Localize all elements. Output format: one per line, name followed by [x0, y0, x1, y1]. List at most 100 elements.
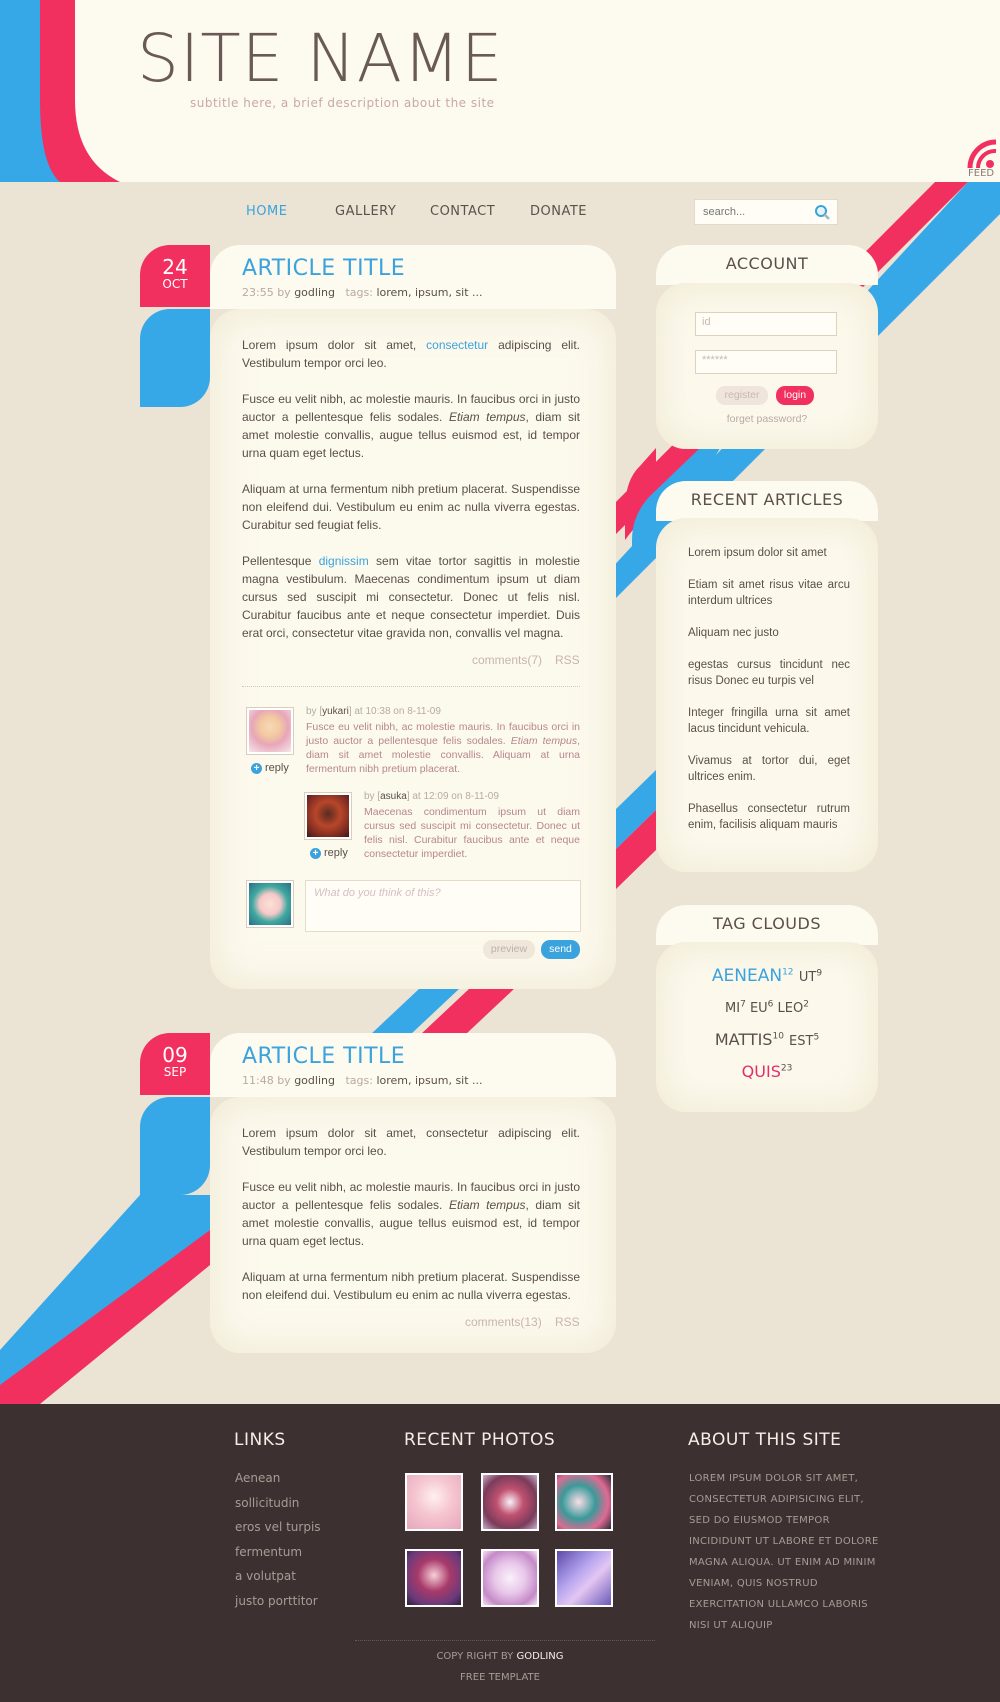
nav-donate[interactable]: DONATE [530, 204, 587, 219]
about-text: LOREM IPSUM DOLOR SIT AMET, CONSECTETUR … [689, 1473, 879, 1631]
article-paragraph: Pellentesque dignissim sem vitae tortor … [242, 554, 580, 640]
nav-home[interactable]: HOME [246, 204, 287, 219]
preview-button[interactable]: preview [483, 940, 535, 959]
tag-clouds-title: TAG CLOUDS [656, 905, 878, 945]
article-tags[interactable]: lorem, ipsum, sit ... [376, 286, 482, 299]
id-field[interactable]: id [695, 312, 837, 336]
recent-article-link[interactable]: Aliquam nec justo [688, 625, 850, 641]
tag-link[interactable]: QUIS23 [742, 1062, 793, 1081]
article-author[interactable]: godling [294, 1074, 335, 1087]
article-title[interactable]: ARTICLE TITLE [242, 1044, 405, 1069]
footer-link[interactable]: a volutpat [235, 1569, 296, 1583]
rss-link[interactable]: RSS [555, 653, 580, 667]
copyright-name[interactable]: GODLING [516, 1651, 563, 1662]
send-button[interactable]: send [541, 940, 580, 959]
nav-gallery[interactable]: GALLERY [335, 204, 396, 219]
rss-link[interactable]: RSS [555, 1315, 580, 1329]
register-button[interactable]: register [716, 386, 768, 405]
tag-link[interactable]: MI7 [725, 1000, 746, 1016]
site-title[interactable]: SITE NAME [137, 26, 504, 92]
comment-user[interactable]: asuka [380, 791, 407, 802]
footer-link[interactable]: Aenean [235, 1471, 280, 1485]
article-title[interactable]: ARTICLE TITLE [242, 256, 405, 281]
search-input[interactable] [695, 200, 813, 224]
free-template-label: FREE TEMPLATE [460, 1672, 540, 1683]
article-paragraph: Lorem ipsum dolor sit amet, consectetur … [242, 1126, 580, 1158]
search-icon[interactable] [813, 204, 831, 222]
article-tags[interactable]: lorem, ipsum, sit ... [376, 1074, 482, 1087]
footer-link[interactable]: justo porttitor [235, 1594, 318, 1608]
photo-thumbnail[interactable] [405, 1473, 463, 1531]
comment-textarea[interactable]: What do you think of this? [305, 880, 581, 932]
tag-link[interactable]: EST5 [789, 1033, 819, 1049]
photo-thumbnail[interactable] [555, 1549, 613, 1607]
tag-row: AENEAN12 UT9 [656, 966, 878, 986]
header-swoosh [0, 0, 120, 182]
article-paragraph: Aliquam at urna fermentum nibh pretium p… [242, 1270, 580, 1302]
search-box [694, 199, 838, 225]
footer-link[interactable]: fermentum [235, 1545, 302, 1559]
article-date: 09 SEP [140, 1033, 210, 1095]
comment-text: Fusce eu velit nibh, ac molestie mauris.… [306, 721, 580, 775]
tag-link[interactable]: LEO2 [778, 1000, 809, 1016]
recent-article-link[interactable]: Phasellus consectetur rutrum enim, facil… [688, 801, 850, 833]
copyright: COPY RIGHT BY GODLING [436, 1651, 564, 1662]
article-meta: 23:55 by godling tags: lorem, ipsum, sit… [242, 286, 483, 299]
photo-thumbnail[interactable] [405, 1549, 463, 1607]
feed-label[interactable]: FEED [968, 168, 994, 179]
site-subtitle: subtitle here, a brief description about… [190, 96, 495, 110]
footer-link[interactable]: eros vel turpis [235, 1520, 321, 1534]
article-time: 11:48 [242, 1074, 274, 1087]
comment-text: Maecenas condimentum ipsum ut diam cursu… [364, 806, 580, 860]
article-paragraph: Fusce eu velit nibh, ac molestie mauris.… [242, 392, 580, 460]
footer-link[interactable]: sollicitudin [235, 1496, 299, 1510]
login-button[interactable]: login [776, 386, 814, 405]
recent-article-link[interactable]: Etiam sit amet risus vitae arcu interdum… [688, 577, 850, 609]
avatar[interactable] [304, 792, 352, 840]
recent-article-link[interactable]: Lorem ipsum dolor sit amet [688, 545, 850, 561]
recent-article-link[interactable]: Vivamus at tortor dui, eget ultrices eni… [688, 753, 850, 785]
photo-thumbnail[interactable] [555, 1473, 613, 1531]
recent-article-link[interactable]: Integer fringilla urna sit amet lacus ti… [688, 705, 850, 737]
forgot-password-link[interactable]: forget password? [656, 413, 878, 425]
photo-thumbnail[interactable] [481, 1473, 539, 1531]
recent-photos-title: RECENT PHOTOS [404, 1430, 556, 1450]
tag-link[interactable]: MATTIS10 [715, 1030, 784, 1049]
tag-link[interactable]: EU6 [750, 1000, 773, 1016]
inline-link[interactable]: dignissim [319, 554, 369, 568]
tag-row: MI7 EU6 LEO2 [656, 1000, 878, 1016]
date-month: SEP [163, 1065, 187, 1079]
avatar[interactable] [246, 707, 294, 755]
nav-contact[interactable]: CONTACT [430, 204, 495, 219]
recent-articles-title: RECENT ARTICLES [656, 481, 878, 521]
article-date: 24 OCT [140, 245, 210, 307]
tag-link[interactable]: UT9 [799, 969, 822, 985]
article-tab-decoration [140, 1097, 210, 1195]
article-tab-decoration [140, 309, 210, 407]
photo-thumbnail[interactable] [481, 1549, 539, 1607]
recent-article-link[interactable]: egestas cursus tincidunt nec risus Donec… [688, 657, 850, 689]
comments-link[interactable]: comments(13) [465, 1315, 542, 1329]
reply-button[interactable]: + reply [251, 762, 289, 774]
comments-link[interactable]: comments(7) [472, 653, 542, 667]
footer-divider [355, 1640, 655, 1641]
password-field[interactable]: ****** [695, 350, 837, 374]
tag-row: QUIS23 [656, 1062, 878, 1081]
article-author[interactable]: godling [294, 286, 335, 299]
avatar [246, 880, 294, 928]
plus-icon: + [251, 763, 262, 774]
tag-link[interactable]: AENEAN12 [712, 966, 794, 986]
comment-user[interactable]: yukari [322, 706, 349, 717]
date-day: 24 [162, 255, 188, 279]
tag-row: MATTIS10 EST5 [656, 1030, 878, 1049]
date-day: 09 [162, 1043, 188, 1067]
reply-button[interactable]: + reply [310, 847, 348, 859]
article-paragraph: Aliquam at urna fermentum nibh pretium p… [242, 482, 580, 532]
comment-meta: by [yukari] at 10:38 on 8-11-09 [306, 706, 441, 717]
comment-meta: by [asuka] at 12:09 on 8-11-09 [364, 791, 499, 802]
article-paragraph: Lorem ipsum dolor sit amet, consectetur … [242, 338, 580, 370]
links-title: LINKS [234, 1430, 286, 1450]
inline-link[interactable]: consectetur [426, 338, 488, 352]
divider [242, 686, 580, 687]
article-time: 23:55 [242, 286, 274, 299]
